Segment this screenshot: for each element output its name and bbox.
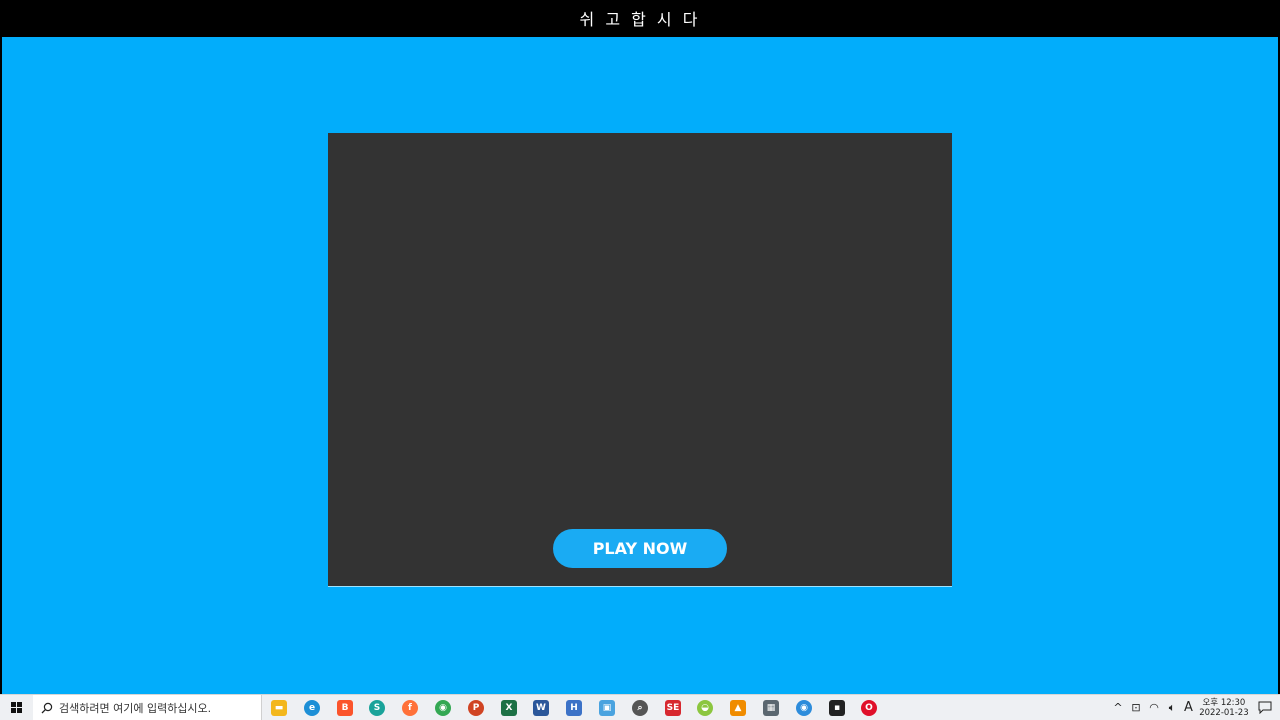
powerpoint-icon: P bbox=[468, 700, 484, 716]
chrome-icon: ◉ bbox=[435, 700, 451, 716]
taskbar-app[interactable]: S bbox=[366, 697, 388, 719]
taskbar-app[interactable]: f bbox=[399, 697, 421, 719]
search-tool-icon: ⌕ bbox=[632, 700, 648, 716]
vlc-icon: ▲ bbox=[730, 700, 746, 716]
excel-icon: X bbox=[501, 700, 517, 716]
taskbar-app[interactable]: ▪ bbox=[826, 697, 848, 719]
teams-icon: S bbox=[369, 700, 385, 716]
taskbar-clock[interactable]: 오후 12:30 2022-01-23 bbox=[1197, 698, 1251, 718]
network-adapter-icon[interactable]: ⊡ bbox=[1128, 701, 1144, 714]
taskbar-app[interactable]: O bbox=[858, 697, 880, 719]
wifi-icon[interactable]: ◠ bbox=[1146, 701, 1162, 714]
taskbar-app[interactable]: P bbox=[465, 697, 487, 719]
remote-desktop-icon: ▣ bbox=[599, 700, 615, 716]
taskbar-app[interactable]: ◉ bbox=[432, 697, 454, 719]
hangul-icon: H bbox=[566, 700, 582, 716]
firefox-icon: f bbox=[402, 700, 418, 716]
taskbar-app[interactable]: e bbox=[301, 697, 323, 719]
android-app-icon: ◒ bbox=[697, 700, 713, 716]
chromium-icon: ◉ bbox=[796, 700, 812, 716]
taskbar-app[interactable]: ▦ bbox=[760, 697, 782, 719]
taskbar-app[interactable]: W bbox=[530, 697, 552, 719]
taskbar-app[interactable]: ▬ bbox=[268, 697, 290, 719]
taskbar-app[interactable]: H bbox=[563, 697, 585, 719]
taskbar: 검색하려면 여기에 입력하십시오. ▬ e B Sf ◉ P X W H ▣ ⌕ SE ◒ ▲ ▦ ◉ ▪ O ^… bbox=[0, 694, 1280, 720]
sticky-notes-icon: ▪ bbox=[829, 700, 845, 716]
taskbar-app[interactable]: ⌕ bbox=[629, 697, 651, 719]
taskbar-app[interactable]: ◉ bbox=[793, 697, 815, 719]
taskbar-app[interactable]: ▣ bbox=[596, 697, 618, 719]
taskbar-app[interactable]: X bbox=[498, 697, 520, 719]
system-tray: ^ ⊡ ◠ 🔈︎ A 오후 12:30 2022-01-23 bbox=[1110, 695, 1280, 720]
notification-center-icon[interactable] bbox=[1251, 695, 1279, 720]
search-icon bbox=[41, 702, 53, 713]
volume-icon[interactable]: 🔈︎ bbox=[1164, 701, 1180, 715]
opera-icon: O bbox=[861, 700, 877, 716]
taskbar-app[interactable]: ▲ bbox=[727, 697, 749, 719]
ime-indicator[interactable]: A bbox=[1184, 700, 1193, 715]
taskbar-app[interactable]: ◒ bbox=[694, 697, 716, 719]
taskbar-app[interactable]: B bbox=[334, 697, 356, 719]
se-app-icon: SE bbox=[665, 700, 681, 716]
word-icon: W bbox=[533, 700, 549, 716]
game-canvas[interactable]: PLAY NOW bbox=[328, 133, 952, 587]
calculator-icon: ▦ bbox=[763, 700, 779, 716]
chevron-up-icon[interactable]: ^ bbox=[1110, 701, 1126, 714]
start-button[interactable] bbox=[0, 695, 32, 720]
brave-icon: B bbox=[337, 700, 353, 716]
taskbar-app[interactable]: SE bbox=[662, 697, 684, 719]
search-placeholder: 검색하려면 여기에 입력하십시오. bbox=[59, 701, 212, 715]
clock-date: 2022-01-23 bbox=[1199, 707, 1249, 718]
windows-logo-icon bbox=[10, 702, 22, 713]
window-title: 쉬 고 합 시 다 bbox=[0, 0, 1280, 37]
edge-icon: e bbox=[304, 700, 320, 716]
clock-time: 오후 12:30 bbox=[1202, 697, 1246, 708]
taskbar-search-box[interactable]: 검색하려면 여기에 입력하십시오. bbox=[33, 695, 262, 720]
file-explorer-icon: ▬ bbox=[271, 700, 287, 716]
game-background: PLAY NOW bbox=[2, 37, 1278, 694]
play-now-button[interactable]: PLAY NOW bbox=[553, 529, 727, 568]
